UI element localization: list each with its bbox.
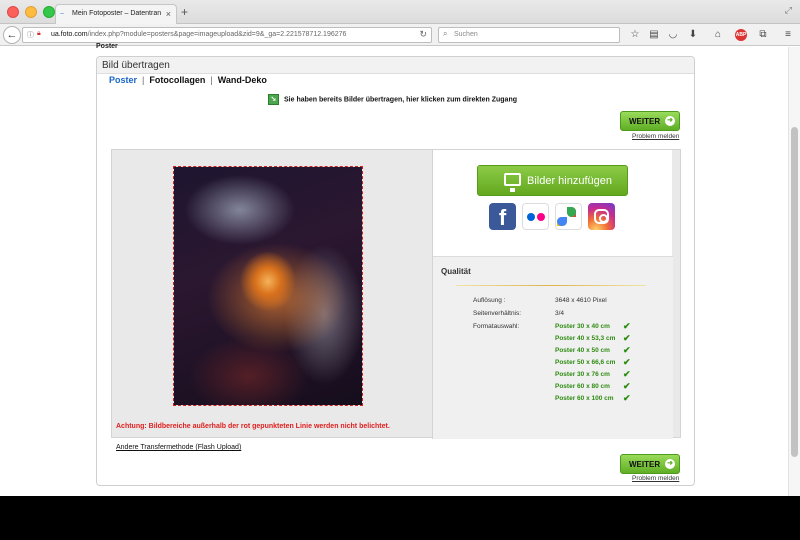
tab-title: Mein Fotoposter – Datentran xyxy=(72,10,162,17)
uploaded-image-preview[interactable] xyxy=(174,167,362,405)
format-option[interactable]: Poster 60 x 100 cm ✔ xyxy=(555,393,631,403)
format-label: Poster 50 x 66,6 cm xyxy=(555,359,616,366)
checkmark-icon: ✔ xyxy=(623,369,631,379)
other-transfer-method-link[interactable]: Andere Transfermethode (Flash Upload) xyxy=(116,444,241,451)
photos-petal xyxy=(567,207,576,217)
instagram-icon[interactable] xyxy=(588,203,615,230)
tab-separator: | xyxy=(210,75,213,85)
site-favicon-icon: ~ xyxy=(60,11,65,18)
search-input[interactable]: ⌕ Suchen xyxy=(438,27,620,43)
upload-arrow-icon: ➘ xyxy=(268,94,279,105)
flickr-icon[interactable] xyxy=(522,203,549,230)
problem-report-link-bottom[interactable]: Problem melden xyxy=(632,475,679,482)
aspect-ratio-label: Seitenverhältnis: xyxy=(473,310,522,317)
format-selection-label: Formatauswahl: xyxy=(473,323,520,330)
tab-separator: | xyxy=(142,75,145,85)
quality-divider xyxy=(456,285,646,286)
tab-wand-deko[interactable]: Wand-Deko xyxy=(218,75,267,85)
checkmark-icon: ✔ xyxy=(623,345,631,355)
format-option[interactable]: Poster 40 x 50 cm ✔ xyxy=(555,345,631,355)
page-scrollbar[interactable] xyxy=(788,47,800,496)
already-uploaded-text: Sie haben bereits Bilder übertragen, hie… xyxy=(284,96,518,104)
info-icon[interactable]: ⓘ xyxy=(27,30,34,40)
search-placeholder: Suchen xyxy=(454,31,478,38)
browser-tab[interactable]: ~ Mein Fotoposter – Datentran × xyxy=(55,4,177,24)
tab-fotocollagen[interactable]: Fotocollagen xyxy=(149,75,205,85)
format-label: Poster 60 x 100 cm xyxy=(555,395,614,402)
screenshot-icon[interactable]: ⧉ xyxy=(756,28,770,42)
clipboard-icon[interactable]: ▤ xyxy=(647,28,661,42)
tab-poster[interactable]: Poster xyxy=(109,75,137,85)
weiter-label: WEITER xyxy=(629,117,661,126)
facebook-icon[interactable]: f xyxy=(489,203,516,230)
format-label: Poster 60 x 80 cm xyxy=(555,383,610,390)
maximize-window-button[interactable] xyxy=(43,6,55,18)
photos-petal xyxy=(557,217,567,226)
close-window-button[interactable] xyxy=(7,6,19,18)
fullscreen-icon[interactable]: ⤢ xyxy=(785,5,792,16)
arrow-right-icon: ➜ xyxy=(665,459,675,469)
checkmark-icon: ✔ xyxy=(623,357,631,367)
aspect-ratio-value: 3/4 xyxy=(555,310,565,317)
back-button[interactable]: ← xyxy=(3,26,21,44)
upload-sidebar: Bilder hinzufügen f Qualität Auflösung :… xyxy=(432,150,673,439)
checkmark-icon: ✔ xyxy=(623,321,631,331)
add-images-button[interactable]: Bilder hinzufügen xyxy=(477,165,628,196)
format-option[interactable]: Poster 50 x 66,6 cm ✔ xyxy=(555,357,631,367)
print-area-frame xyxy=(173,166,363,406)
format-label: Poster 30 x 40 cm xyxy=(555,323,610,330)
adblock-icon[interactable]: ABP xyxy=(735,29,747,41)
checkmark-icon: ✔ xyxy=(623,381,631,391)
lock-icon[interactable]: 🔒︎ xyxy=(37,30,41,38)
home-icon[interactable]: ⌂ xyxy=(711,28,725,42)
problem-report-link-top[interactable]: Problem melden xyxy=(632,133,679,140)
resolution-value: 3648 x 4610 Pixel xyxy=(555,297,607,304)
quality-panel: Qualität Auflösung : 3648 x 4610 Pixel S… xyxy=(433,256,673,439)
arrow-right-icon: ➜ xyxy=(665,116,675,126)
breadcrumb: Poster xyxy=(96,43,118,50)
url-domain: ua.foto.com xyxy=(51,31,88,38)
minimize-window-button[interactable] xyxy=(25,6,37,18)
format-option[interactable]: Poster 40 x 53,3 cm ✔ xyxy=(555,333,631,343)
format-label: Poster 40 x 50 cm xyxy=(555,347,610,354)
url-bar[interactable]: ⓘ 🔒︎ ua.foto.com/index.php?module=poster… xyxy=(22,27,432,43)
checkmark-icon: ✔ xyxy=(623,393,631,403)
format-option[interactable]: Poster 30 x 76 cm ✔ xyxy=(555,369,631,379)
reload-icon[interactable]: ↻ xyxy=(419,29,427,40)
monitor-icon xyxy=(504,173,521,192)
download-icon[interactable]: ⬇ xyxy=(686,28,700,42)
star-icon[interactable]: ☆ xyxy=(628,28,642,42)
weiter-button-bottom[interactable]: WEITER ➜ xyxy=(620,454,680,474)
crop-warning: Achtung: Bildbereiche außerhalb der rot … xyxy=(116,423,390,430)
new-tab-button[interactable]: + xyxy=(181,5,188,19)
weiter-button-top[interactable]: WEITER ➜ xyxy=(620,111,680,131)
upload-card: Bild übertragen Poster | Fotocollagen | Wand… xyxy=(96,56,695,486)
tab-bar: ~ Mein Fotoposter – Datentran × + ⤢ xyxy=(0,0,800,24)
scrollbar-thumb[interactable] xyxy=(791,127,798,457)
quality-title: Qualität xyxy=(441,267,471,276)
format-option[interactable]: Poster 60 x 80 cm ✔ xyxy=(555,381,631,391)
close-tab-icon[interactable]: × xyxy=(166,9,171,19)
checkmark-icon: ✔ xyxy=(623,333,631,343)
pocket-icon[interactable]: ◡ xyxy=(666,28,680,42)
google-photos-icon[interactable] xyxy=(555,203,582,230)
format-label: Poster 40 x 53,3 cm xyxy=(555,335,616,342)
card-title: Bild übertragen xyxy=(97,57,694,74)
menu-icon[interactable]: ≡ xyxy=(781,28,795,42)
search-icon: ⌕ xyxy=(443,29,448,38)
add-images-label: Bilder hinzufügen xyxy=(527,175,613,187)
resolution-label: Auflösung : xyxy=(473,297,506,304)
browser-window: ~ Mein Fotoposter – Datentran × + ⤢ ← ⓘ … xyxy=(0,0,800,496)
product-tabs: Poster | Fotocollagen | Wand-Deko xyxy=(109,75,267,85)
navigation-bar: ← ⓘ 🔒︎ ua.foto.com/index.php?module=post… xyxy=(0,24,800,46)
url-path: /index.php?module=posters&page=imageuplo… xyxy=(87,31,347,38)
weiter-label: WEITER xyxy=(629,460,661,469)
format-label: Poster 30 x 76 cm xyxy=(555,371,610,378)
already-uploaded-link[interactable]: ➘ Sie haben bereits Bilder übertragen, hi… xyxy=(268,94,517,105)
upload-panel: Achtung: Bildbereiche außerhalb der rot … xyxy=(111,149,681,439)
camera-glyph xyxy=(594,209,609,224)
format-option[interactable]: Poster 30 x 40 cm ✔ xyxy=(555,321,631,331)
